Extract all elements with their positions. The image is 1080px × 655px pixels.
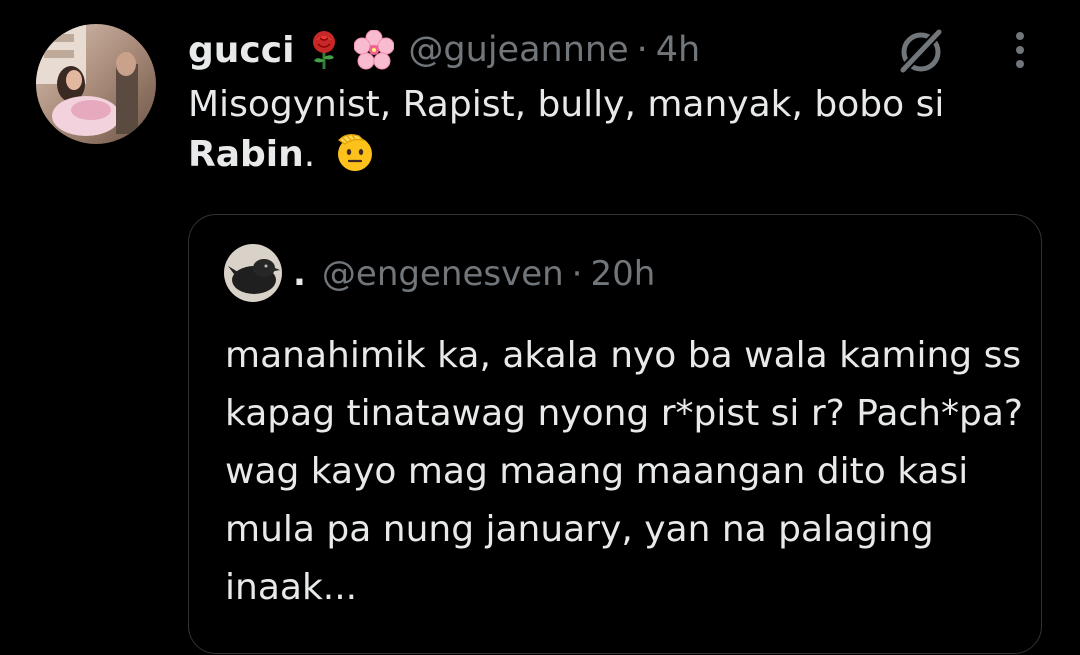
quote-avatar[interactable] <box>224 244 282 302</box>
quote-timestamp[interactable]: 20h <box>590 254 655 294</box>
tweet-text-plain: Misogynist, Rapist, bully, manyak, bobo … <box>188 84 945 125</box>
quote-separator-dot: · <box>571 254 583 294</box>
tweet-text-bold: Rabin <box>188 134 304 175</box>
separator-dot: · <box>636 30 648 70</box>
quote-text: manahimik ka, akala nyo ba wala kaming s… <box>225 335 1024 608</box>
tweet-text-end: . <box>303 134 316 175</box>
handle[interactable]: @gujeannne <box>408 30 628 70</box>
grok-icon[interactable] <box>893 22 949 78</box>
more-options-icon[interactable] <box>1000 24 1040 76</box>
tweet-header: gucci @gujeannne · 4h <box>188 22 700 78</box>
avatar[interactable] <box>36 24 156 144</box>
rose-emoji <box>304 30 344 70</box>
saluting-face-emoji <box>333 130 377 174</box>
timestamp[interactable]: 4h <box>656 30 700 70</box>
tweet[interactable]: gucci @gujeannne · 4h Misogynist, Rapist… <box>0 0 1080 655</box>
quote-header: . @engenesven · 20h <box>293 245 655 303</box>
quote-display-name[interactable]: . <box>293 254 306 294</box>
quoted-tweet[interactable]: . @engenesven · 20h manahimik ka, akala … <box>188 214 1042 654</box>
cherry-blossom-emoji <box>353 29 395 70</box>
tweet-text: Misogynist, Rapist, bully, manyak, bobo … <box>188 80 1058 180</box>
quote-handle[interactable]: @engenesven <box>322 254 564 294</box>
display-name[interactable]: gucci <box>188 30 294 71</box>
